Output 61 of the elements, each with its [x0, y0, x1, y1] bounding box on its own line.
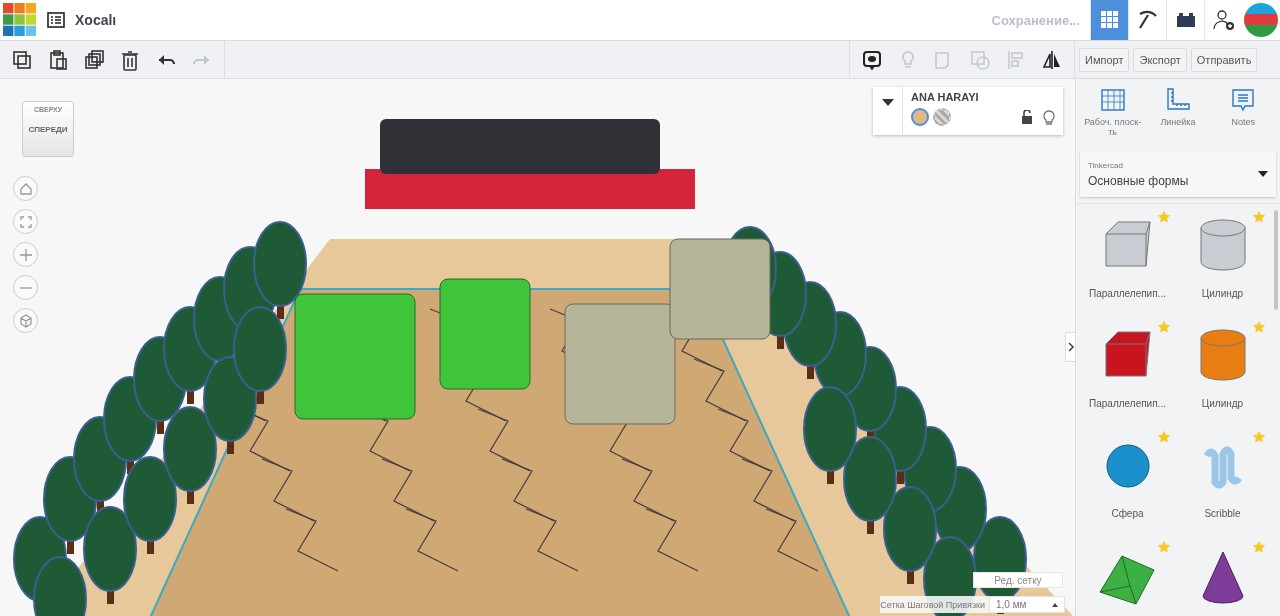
edit-grid-button[interactable]: Ред. сетку: [973, 572, 1063, 588]
shape-tile[interactable]: Сфера: [1080, 428, 1175, 534]
star-icon[interactable]: [1252, 320, 1266, 334]
workplane-icon: [1098, 87, 1127, 113]
action-button[interactable]: Отправить: [1190, 47, 1258, 72]
zoom-in-button[interactable]: [13, 242, 38, 267]
star-icon[interactable]: [1157, 320, 1171, 334]
design-title[interactable]: Xocalı: [75, 12, 117, 28]
duplicate-icon: [83, 48, 105, 71]
fit-button[interactable]: [13, 209, 38, 234]
ruler-icon: [1164, 87, 1192, 113]
zoom-out-icon: [18, 286, 33, 289]
notes-tab[interactable]: Notes: [1213, 87, 1274, 145]
perspective-button[interactable]: [13, 308, 38, 333]
save-status: Сохранение...: [991, 12, 1080, 28]
snap-grid-dropdown[interactable]: 1,0 мм: [989, 596, 1065, 613]
shape-library-dropdown[interactable]: Tinkercad Основные формы: [1080, 151, 1276, 197]
star-icon[interactable]: [1252, 210, 1266, 224]
zoom-out-button[interactable]: [13, 275, 38, 300]
hole-swatch[interactable]: [933, 108, 951, 126]
caret-icon: [881, 99, 894, 107]
perspective-icon: [18, 313, 33, 328]
mirror-icon: [1041, 48, 1063, 71]
home-button[interactable]: [13, 176, 38, 201]
zoom-in-icon: [18, 247, 33, 262]
paste-icon: [47, 48, 69, 71]
action-button[interactable]: Экспорт: [1133, 47, 1187, 72]
list-icon[interactable]: [47, 12, 65, 28]
fit-icon: [18, 214, 33, 229]
shape-name: ANA HARAYI: [911, 91, 980, 103]
solid-swatch[interactable]: [911, 108, 929, 126]
add-user-icon: [1211, 8, 1236, 32]
logo-icon[interactable]: [3, 3, 37, 37]
star-icon[interactable]: [1157, 540, 1171, 554]
star-icon[interactable]: [1157, 210, 1171, 224]
star-icon[interactable]: [1157, 430, 1171, 444]
panel-toggle-button[interactable]: [1065, 332, 1075, 362]
ruler-tab[interactable]: Линейка: [1148, 87, 1208, 145]
caret-icon: [1258, 171, 1268, 177]
shape-tile[interactable]: Цилиндр: [1175, 318, 1270, 424]
home-icon: [18, 181, 33, 196]
lightbulb-icon[interactable]: [1043, 109, 1055, 125]
chevron-icon: [1067, 342, 1074, 352]
lock-icon[interactable]: [1021, 109, 1033, 124]
hole-icon: [969, 48, 991, 71]
avatar[interactable]: [1244, 3, 1278, 37]
shape-tile[interactable]: Цилиндр: [1175, 208, 1270, 314]
delete-icon: [119, 48, 141, 71]
star-icon[interactable]: [1252, 430, 1266, 444]
workplane-tab[interactable]: Рабоч. плоск-ть: [1082, 87, 1143, 145]
snap-grid-label: Сетка Шаговой Привязки: [880, 599, 985, 610]
shape-tile[interactable]: Параллелепип...: [1080, 208, 1175, 314]
shape-tile[interactable]: Параллелепип...: [1080, 318, 1175, 424]
scrollbar[interactable]: [1274, 210, 1278, 310]
caret-icon: [1052, 602, 1058, 607]
star-icon[interactable]: [1252, 540, 1266, 554]
copy-icon: [11, 48, 33, 71]
note-icon: [861, 48, 883, 71]
collapse-button[interactable]: [873, 87, 903, 135]
action-button[interactable]: Импорт: [1079, 47, 1130, 72]
shape-tile[interactable]: Scribble: [1175, 428, 1270, 534]
